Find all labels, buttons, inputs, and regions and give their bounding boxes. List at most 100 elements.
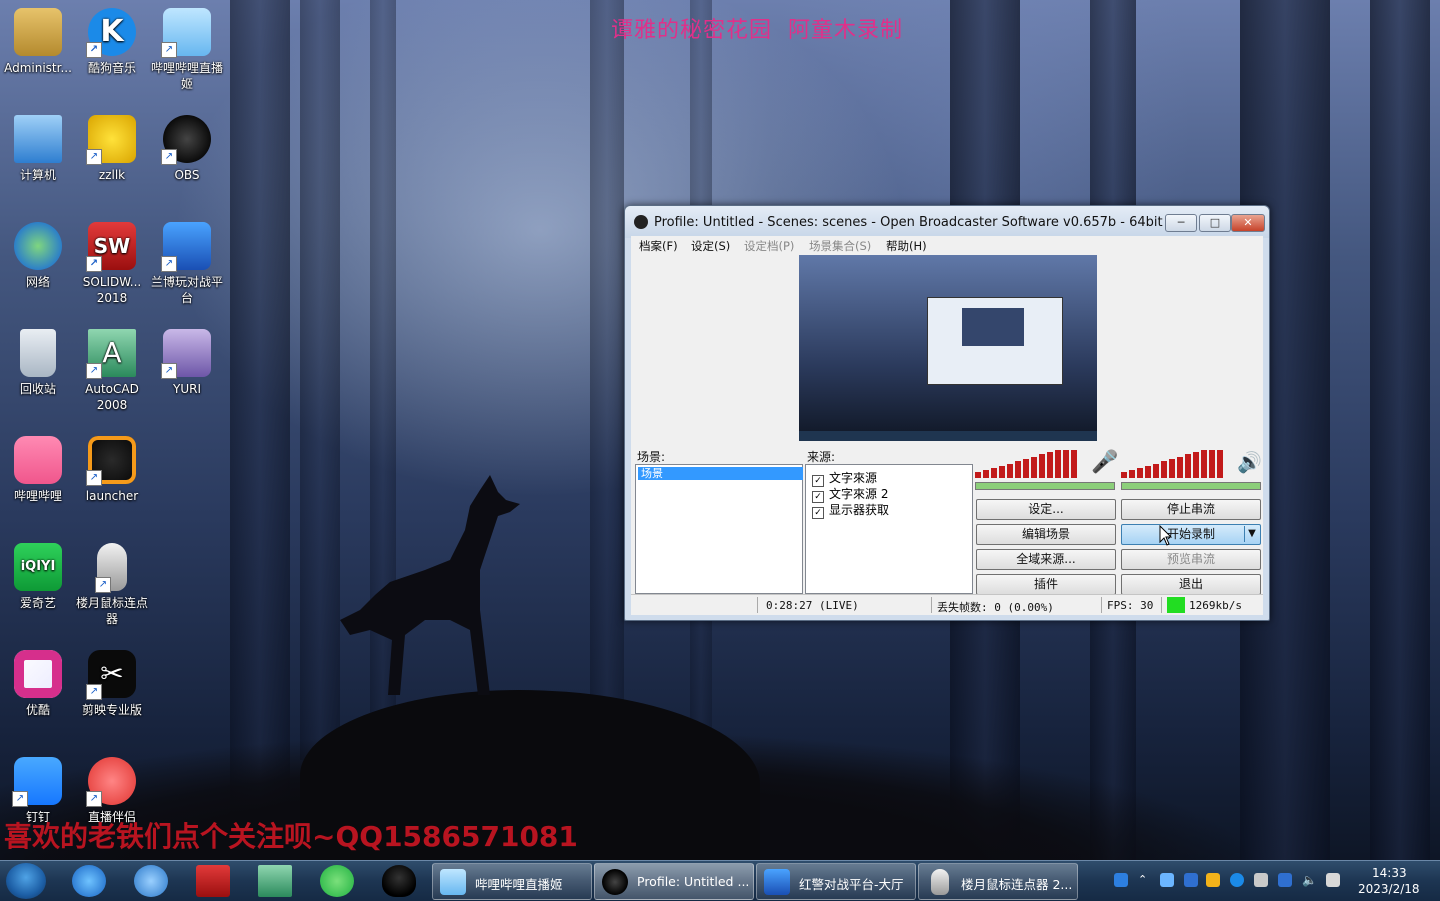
desktop-icon-bilibili-live[interactable]: ↗ 哔哩哔哩直播姬 — [149, 2, 225, 92]
desktop-icon-lanbo[interactable]: ↗ 兰博玩对战平台 — [149, 216, 225, 306]
wechat-icon[interactable] — [320, 865, 354, 897]
chevron-up-icon[interactable]: ⌃ — [1138, 873, 1152, 887]
desktop-icon-launcher[interactable]: ↗ launcher — [74, 430, 150, 504]
mouse-cursor-icon — [1159, 525, 1173, 546]
bilibili-live-icon — [440, 869, 466, 895]
source-item[interactable]: ✓ 文字來源 — [812, 469, 877, 487]
desktop-icon-obs[interactable]: ↗ OBS — [149, 109, 225, 183]
desktop-icon-network[interactable]: 网络 — [0, 216, 76, 290]
menu-settings[interactable]: 设定(S) — [691, 238, 730, 254]
solidworks-icon[interactable] — [196, 865, 230, 897]
global-sources-button[interactable]: 全域来源... — [976, 549, 1116, 570]
volume-icon[interactable]: 🔈 — [1302, 873, 1317, 887]
desktop-icon-youku[interactable]: 优酷 — [0, 644, 76, 718]
network-tray-icon[interactable] — [1160, 873, 1174, 887]
taskbar: 哔哩哔哩直播姬 Profile: Untitled ... 红警对战平台-大厅 … — [0, 860, 1440, 901]
speaker-icon[interactable]: 🔊 — [1237, 450, 1262, 474]
desktop-icon-capcut[interactable]: ✂ ↗ 剪映专业版 — [74, 644, 150, 718]
mouse-clicker-icon: ↗ — [95, 543, 127, 593]
microphone-icon[interactable]: 🎤 — [1091, 450, 1118, 475]
usb-tray-icon[interactable] — [1254, 873, 1268, 887]
shortcut-arrow-icon: ↗ — [161, 42, 177, 58]
window-title: Profile: Untitled - Scenes: scenes - Ope… — [654, 215, 1163, 230]
task-label: 楼月鼠标连点器 2... — [961, 877, 1073, 892]
taskbar-item-red-alert[interactable]: 红警对战平台-大厅 — [756, 863, 916, 900]
taskbar-item-mouse-clicker[interactable]: 楼月鼠标连点器 2... — [918, 863, 1078, 900]
source-item[interactable]: ✓ 文字來源 2 — [812, 485, 888, 503]
shield-icon[interactable] — [1184, 873, 1198, 887]
ie-icon[interactable] — [72, 865, 106, 897]
youku-icon — [14, 650, 62, 698]
dingtalk-icon: ↗ — [12, 757, 62, 807]
window-titlebar[interactable]: Profile: Untitled - Scenes: scenes - Ope… — [625, 206, 1269, 238]
mic-level-strip[interactable] — [975, 482, 1115, 490]
desktop-icon-recycle-bin[interactable]: 回收站 — [0, 323, 76, 397]
desktop-icon-label: 优酷 — [25, 703, 50, 717]
minimize-button[interactable]: ─ — [1165, 214, 1197, 232]
desktop-icon-live-companion[interactable]: ↗ 直播伴侣 — [74, 751, 150, 825]
shortcut-arrow-icon: ↗ — [86, 256, 102, 272]
browser-icon[interactable] — [134, 865, 168, 897]
stream-time: 0:28:27 (LIVE) — [766, 599, 859, 612]
desktop-level-strip[interactable] — [1121, 482, 1261, 490]
clock-time[interactable]: 14:33 — [1372, 866, 1407, 880]
clock-date[interactable]: 2023/2/18 — [1358, 882, 1420, 896]
security-tray-icon[interactable] — [1278, 873, 1292, 887]
menu-help[interactable]: 帮助(H) — [886, 238, 927, 254]
scenes-list[interactable]: 场景 — [635, 464, 803, 594]
network-status-icon[interactable] — [1326, 873, 1340, 887]
maximize-button[interactable]: □ — [1199, 214, 1231, 232]
chevron-down-icon[interactable]: ▼ — [1244, 526, 1259, 542]
menu-profiles[interactable]: 设定档(P) — [744, 238, 794, 254]
start-recording-label: 开始录制 — [1166, 527, 1215, 541]
tree-trunk — [590, 0, 624, 760]
preview-obs-window — [927, 297, 1063, 385]
qq-icon[interactable] — [382, 865, 416, 897]
network-icon — [14, 222, 62, 270]
task-label: 哔哩哔哩直播姬 — [475, 877, 563, 892]
desktop-icon-autocad[interactable]: A ↗ AutoCAD 2008 — [74, 323, 150, 413]
taskbar-item-obs[interactable]: Profile: Untitled ... — [594, 863, 754, 900]
sources-list[interactable]: ✓ 文字來源 ✓ 文字來源 2 ✓ 显示器获取 — [805, 464, 973, 594]
stream-preview[interactable] — [799, 255, 1097, 441]
menu-file[interactable]: 档案(F) — [639, 238, 678, 254]
menu-scene-collection[interactable]: 场景集合(S) — [809, 238, 871, 254]
lanbo-platform-icon — [764, 869, 790, 895]
exit-button[interactable]: 退出 — [1121, 574, 1261, 595]
stop-stream-button[interactable]: 停止串流 — [1121, 499, 1261, 520]
preview-stream-button[interactable]: 预览串流 — [1121, 549, 1261, 570]
source-item[interactable]: ✓ 显示器获取 — [812, 501, 890, 519]
kugou-tray-icon[interactable] — [1230, 873, 1244, 887]
desktop-icon-administrator[interactable]: Administr... — [0, 2, 76, 76]
lanbo-platform-icon: ↗ — [161, 222, 211, 272]
start-button[interactable] — [6, 863, 46, 899]
close-button[interactable]: ✕ — [1231, 214, 1265, 232]
desktop-icon-label: zzllk — [98, 168, 126, 182]
autocad-icon[interactable] — [258, 865, 292, 897]
desktop-icon-solidworks[interactable]: SW ↗ SOLIDW... 2018 — [74, 216, 150, 306]
desktop-icon-label: 酷狗音乐 — [87, 61, 136, 75]
kugou-music-icon: K ↗ — [86, 8, 136, 58]
settings-button[interactable]: 设定... — [976, 499, 1116, 520]
desktop-icon-label: OBS — [174, 168, 200, 182]
desktop-icon-bilibili[interactable]: 哔哩哔哩 — [0, 430, 76, 504]
desktop-icon-yuri[interactable]: ↗ YURI — [149, 323, 225, 397]
user-tray-icon[interactable] — [1206, 873, 1220, 887]
obs-window[interactable]: Profile: Untitled - Scenes: scenes - Ope… — [624, 205, 1270, 621]
start-recording-button[interactable]: 开始录制 ▼ — [1121, 524, 1261, 545]
desktop-icon-dingtalk[interactable]: ↗ 钉钉 — [0, 751, 76, 825]
desktop-icon-kugou[interactable]: K ↗ 酷狗音乐 — [74, 2, 150, 76]
desktop-icon-mouse-clicker[interactable]: ↗ 楼月鼠标连点器 — [74, 537, 150, 627]
scene-item[interactable]: 场景 — [638, 467, 803, 480]
sources-label: 来源: — [807, 450, 836, 464]
plugins-button[interactable]: 插件 — [976, 574, 1116, 595]
desktop-icon-computer[interactable]: 计算机 — [0, 109, 76, 183]
qq-browser-tray-icon[interactable] — [1114, 873, 1128, 887]
source-label: 显示器获取 — [829, 503, 890, 517]
recycle-bin-icon — [20, 329, 56, 377]
desktop-icon-iqiyi[interactable]: iQIYI 爱奇艺 — [0, 537, 76, 611]
source-checkbox[interactable]: ✓ — [812, 507, 824, 519]
taskbar-item-bilibili-live[interactable]: 哔哩哔哩直播姬 — [432, 863, 592, 900]
desktop-icon-zzllk[interactable]: ↗ zzllk — [74, 109, 150, 183]
edit-scene-button[interactable]: 编辑场景 — [976, 524, 1116, 545]
